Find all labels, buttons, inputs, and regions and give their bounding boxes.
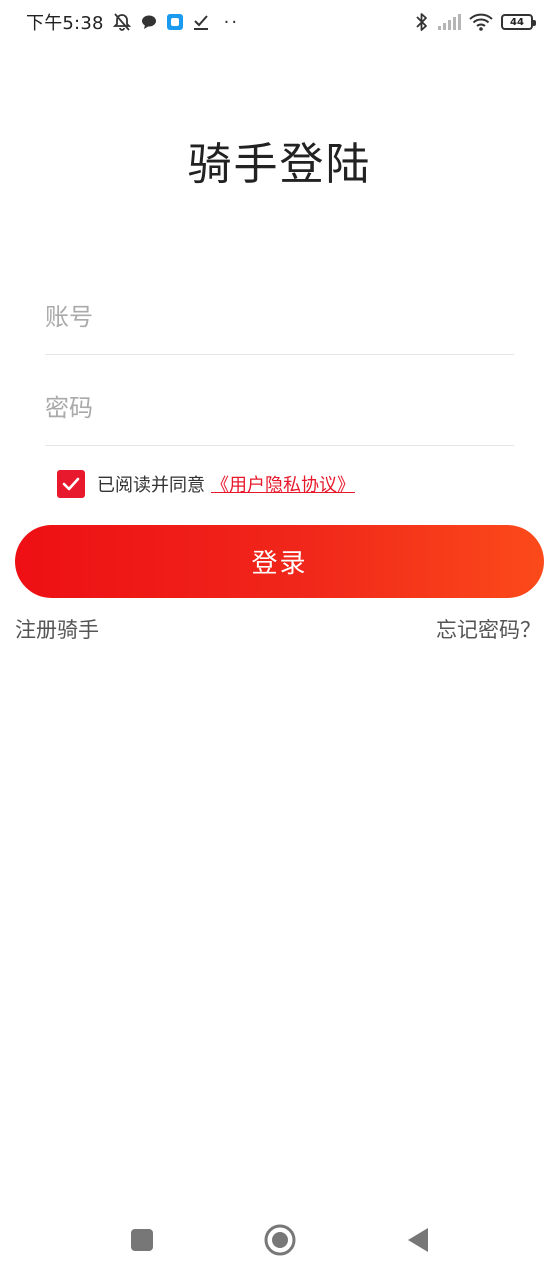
- status-bar-right: 44: [415, 12, 536, 32]
- page-title: 骑手登陆: [187, 139, 372, 190]
- mute-bell-icon: [112, 12, 132, 32]
- password-field: [45, 370, 514, 446]
- login-button[interactable]: 登录: [15, 525, 544, 598]
- agreement-text: 已阅读并同意: [97, 475, 205, 496]
- login-screen: 下午5:38 ·· 44 骑手登陆 账号 已阅读并同意 《用户隐私协议》 登录 …: [0, 0, 559, 1280]
- agreement-row: 已阅读并同意 《用户隐私协议》: [57, 470, 355, 498]
- agreement-checkbox[interactable]: [57, 470, 85, 498]
- account-field: [45, 280, 514, 355]
- status-time: 下午5:38: [26, 13, 104, 34]
- checkmark-icon: [62, 477, 80, 491]
- status-bar: 下午5:38 ·· 44: [0, 0, 559, 44]
- recent-apps-icon[interactable]: [122, 1220, 162, 1260]
- battery-level: 44: [510, 16, 524, 28]
- status-bar-left: 下午5:38 ··: [26, 9, 239, 35]
- back-icon[interactable]: [398, 1220, 438, 1260]
- signal-icon: [437, 14, 461, 30]
- more-dots-icon: ··: [223, 11, 240, 33]
- navigation-bar: [0, 1200, 559, 1280]
- home-icon[interactable]: [260, 1220, 300, 1260]
- app-square-icon: [166, 13, 184, 31]
- wifi-icon: [469, 13, 493, 31]
- check-download-icon: [192, 13, 210, 31]
- register-rider-link[interactable]: 注册骑手: [15, 614, 99, 644]
- account-input[interactable]: [45, 280, 514, 354]
- password-input[interactable]: [45, 370, 514, 445]
- privacy-agreement-link[interactable]: 《用户隐私协议》: [211, 471, 355, 497]
- battery-icon: 44: [501, 14, 536, 30]
- chat-bubble-icon: [140, 13, 158, 31]
- bluetooth-icon: [415, 12, 429, 32]
- forgot-password-link[interactable]: 忘记密码？: [436, 614, 541, 644]
